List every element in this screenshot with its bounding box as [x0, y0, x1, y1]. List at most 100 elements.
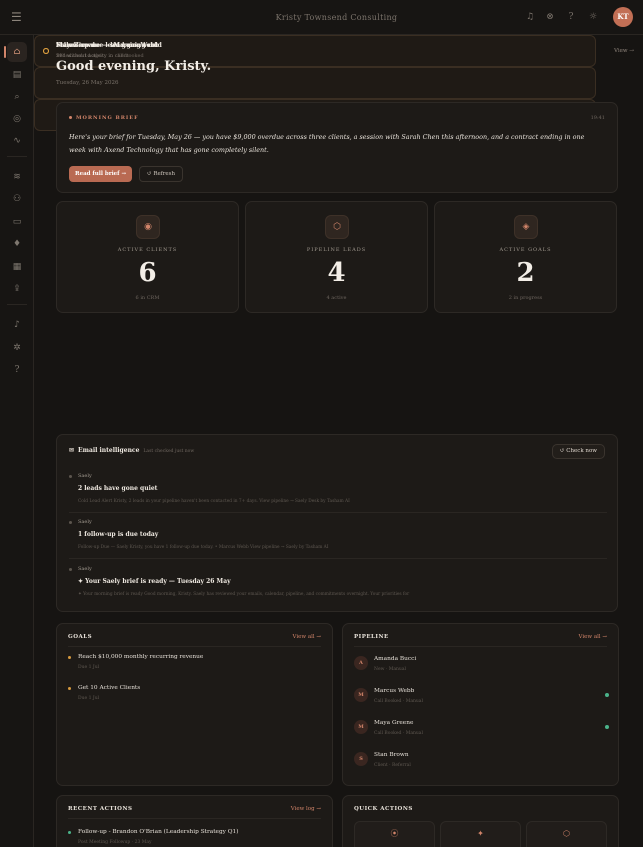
page-date: Tuesday, 26 May 2026	[56, 80, 119, 86]
email-sender: Saely	[69, 519, 92, 525]
stat-sub: 6 in CRM	[135, 295, 160, 301]
lead-name: Stan Brown	[374, 752, 409, 758]
status-dot-icon	[605, 693, 609, 697]
sidebar-item-voice[interactable]: ♦	[7, 234, 27, 254]
alert-view-link[interactable]: View →	[614, 48, 634, 54]
stat-label: PIPELINE LEADS	[306, 247, 367, 253]
brief-label: MORNING BRIEF	[69, 115, 139, 121]
sidebar-item-upload[interactable]: ⇪	[7, 279, 27, 299]
quick-action-brief[interactable]: ✦	[440, 821, 521, 847]
status-dot-icon	[605, 725, 609, 729]
avatar[interactable]: KT	[613, 7, 633, 27]
lead-meta: New · Manual	[374, 667, 406, 672]
settings-icon[interactable]: ⊗	[545, 12, 555, 22]
pipeline-item[interactable]: S Stan Brown Client · Referral	[354, 750, 609, 778]
goals-view-all-link[interactable]: View all →	[293, 634, 322, 640]
sidebar-divider	[7, 156, 27, 157]
action-title: Follow-up - Brandon O'Brian (Leadership …	[78, 829, 239, 835]
theme-icon[interactable]: ☼	[588, 12, 598, 22]
email-item[interactable]: Saely 2 leads have gone quiet Cold Lead …	[69, 473, 607, 513]
stat-value: 6	[138, 258, 157, 288]
goal-due: Due 1 Jul	[78, 696, 100, 701]
goals-icon: ◈	[514, 215, 538, 239]
sidebar-item-settings[interactable]: ✲	[7, 338, 27, 358]
grid-icon: ▦	[12, 262, 22, 272]
avatar: A	[354, 656, 368, 670]
quick-action-pipeline[interactable]: ⬡	[526, 821, 607, 847]
activity-icon: ∿	[13, 136, 21, 146]
status-dot-icon	[68, 831, 71, 834]
pipeline-view-all-link[interactable]: View all →	[579, 634, 608, 640]
email-title: Email intelligence	[78, 447, 140, 454]
read-brief-button[interactable]: Read full brief →	[69, 166, 133, 182]
mic-icon: ♦	[12, 239, 22, 249]
email-item[interactable]: Saely ✦ Your Saely brief is ready — Tues…	[69, 566, 607, 606]
sidebar-divider	[7, 304, 27, 305]
sidebar-item-goals[interactable]: ◎	[7, 109, 27, 129]
stat-label: ACTIVE GOALS	[499, 247, 552, 253]
chat-icon: ▭	[12, 217, 22, 227]
brief-time: 19:41	[590, 115, 605, 121]
sidebar-item-documents[interactable]: ▤	[7, 65, 27, 85]
check-now-button[interactable]: ↺ Check now	[551, 444, 605, 459]
lead-name: Amanda Bucci	[374, 656, 417, 662]
email-subject: 2 leads have gone quiet	[78, 485, 158, 492]
pipeline-item[interactable]: M Maya Greene Call Booked · Manual	[354, 718, 609, 746]
email-snippet: Follow-up Due — Saely Kristy, you have 1…	[78, 545, 329, 550]
alert-title: Follow-up due — Marcus Webb	[56, 42, 159, 49]
stat-sub: 4 active	[326, 295, 347, 301]
brief-message: Here's your brief for Tuesday, May 26 — …	[69, 133, 585, 154]
help-icon[interactable]: ?	[566, 12, 576, 22]
search-icon: ⌕	[14, 92, 20, 102]
pipeline-item[interactable]: A Amanda Bucci New · Manual	[354, 654, 609, 682]
email-header: ✉ Email intelligence Last checked just now	[69, 447, 194, 454]
email-subject: 1 follow-up is due today	[78, 531, 159, 538]
panel-divider	[68, 818, 321, 819]
sidebar-item-layers[interactable]: ≋	[7, 167, 27, 187]
stat-pipeline-leads[interactable]: ⬡ PIPELINE LEADS 4 4 active	[245, 201, 428, 313]
page-title: Good evening, Kristy.	[56, 59, 212, 74]
avatar: M	[354, 720, 368, 734]
alert-sub: Scheduled 1d ago	[56, 53, 102, 59]
stat-active-clients[interactable]: ◉ ACTIVE CLIENTS 6 6 in CRM	[56, 201, 239, 313]
pipeline-title: PIPELINE	[354, 634, 389, 640]
clock-icon	[43, 48, 49, 54]
lead-meta: Call Booked · Manual	[374, 731, 423, 736]
email-snippet: ✦ Your morning brief is ready Good morni…	[78, 592, 410, 597]
pipeline-item[interactable]: M Marcus Webb Call Booked · Manual	[354, 686, 609, 714]
sidebar-item-search[interactable]: ⌕	[7, 87, 27, 107]
sidebar-item-clients[interactable]: ⚇	[7, 189, 27, 209]
goal-title: Reach $10,000 monthly recurring revenue	[78, 654, 204, 660]
bell-icon: ♪	[14, 320, 20, 330]
sidebar-item-apps[interactable]: ▦	[7, 257, 27, 277]
sidebar-item-messages[interactable]: ▭	[7, 212, 27, 232]
sidebar-item-help[interactable]: ?	[7, 360, 27, 380]
home-icon: ⌂	[13, 47, 21, 57]
email-sender: Saely	[69, 566, 92, 572]
mail-icon: ✉	[69, 447, 75, 454]
sidebar-item-home[interactable]: ⌂	[4, 42, 27, 62]
view-log-link[interactable]: View log →	[291, 806, 321, 812]
sidebar: ⌂ ▤ ⌕ ◎ ∿ ≋ ⚇ ▭ ♦ ▦ ⇪ ♪ ✲ ?	[0, 35, 34, 847]
quick-actions-panel: QUICK ACTIONS ⦿ ✦ ⬡	[342, 795, 619, 847]
avatar: S	[354, 752, 368, 766]
panel-divider	[68, 646, 321, 647]
goal-dot-icon	[68, 656, 71, 659]
goal-dot-icon	[68, 687, 71, 690]
quick-action-record[interactable]: ⦿	[354, 821, 435, 847]
lead-name: Maya Greene	[374, 720, 414, 726]
help-icon: ?	[14, 365, 20, 375]
sidebar-item-notifications[interactable]: ♪	[7, 315, 27, 335]
record-icon: ⦿	[390, 829, 399, 838]
lead-meta: Client · Referral	[374, 763, 411, 768]
recent-title: RECENT ACTIONS	[68, 806, 133, 812]
refresh-button[interactable]: ↺ Refresh	[139, 166, 184, 182]
bell-icon[interactable]: ♫	[525, 12, 535, 22]
goals-title: GOALS	[68, 634, 93, 640]
pipeline-panel: PIPELINE View all → A Amanda Bucci New ·…	[342, 623, 619, 786]
email-item[interactable]: Saely 1 follow-up is due today Follow-up…	[69, 519, 607, 559]
avatar: M	[354, 688, 368, 702]
sidebar-item-activity[interactable]: ∿	[7, 131, 27, 151]
stat-active-goals[interactable]: ◈ ACTIVE GOALS 2 2 in progress	[434, 201, 617, 313]
morning-brief-card: MORNING BRIEF 19:41 Here's your brief fo…	[56, 102, 618, 193]
